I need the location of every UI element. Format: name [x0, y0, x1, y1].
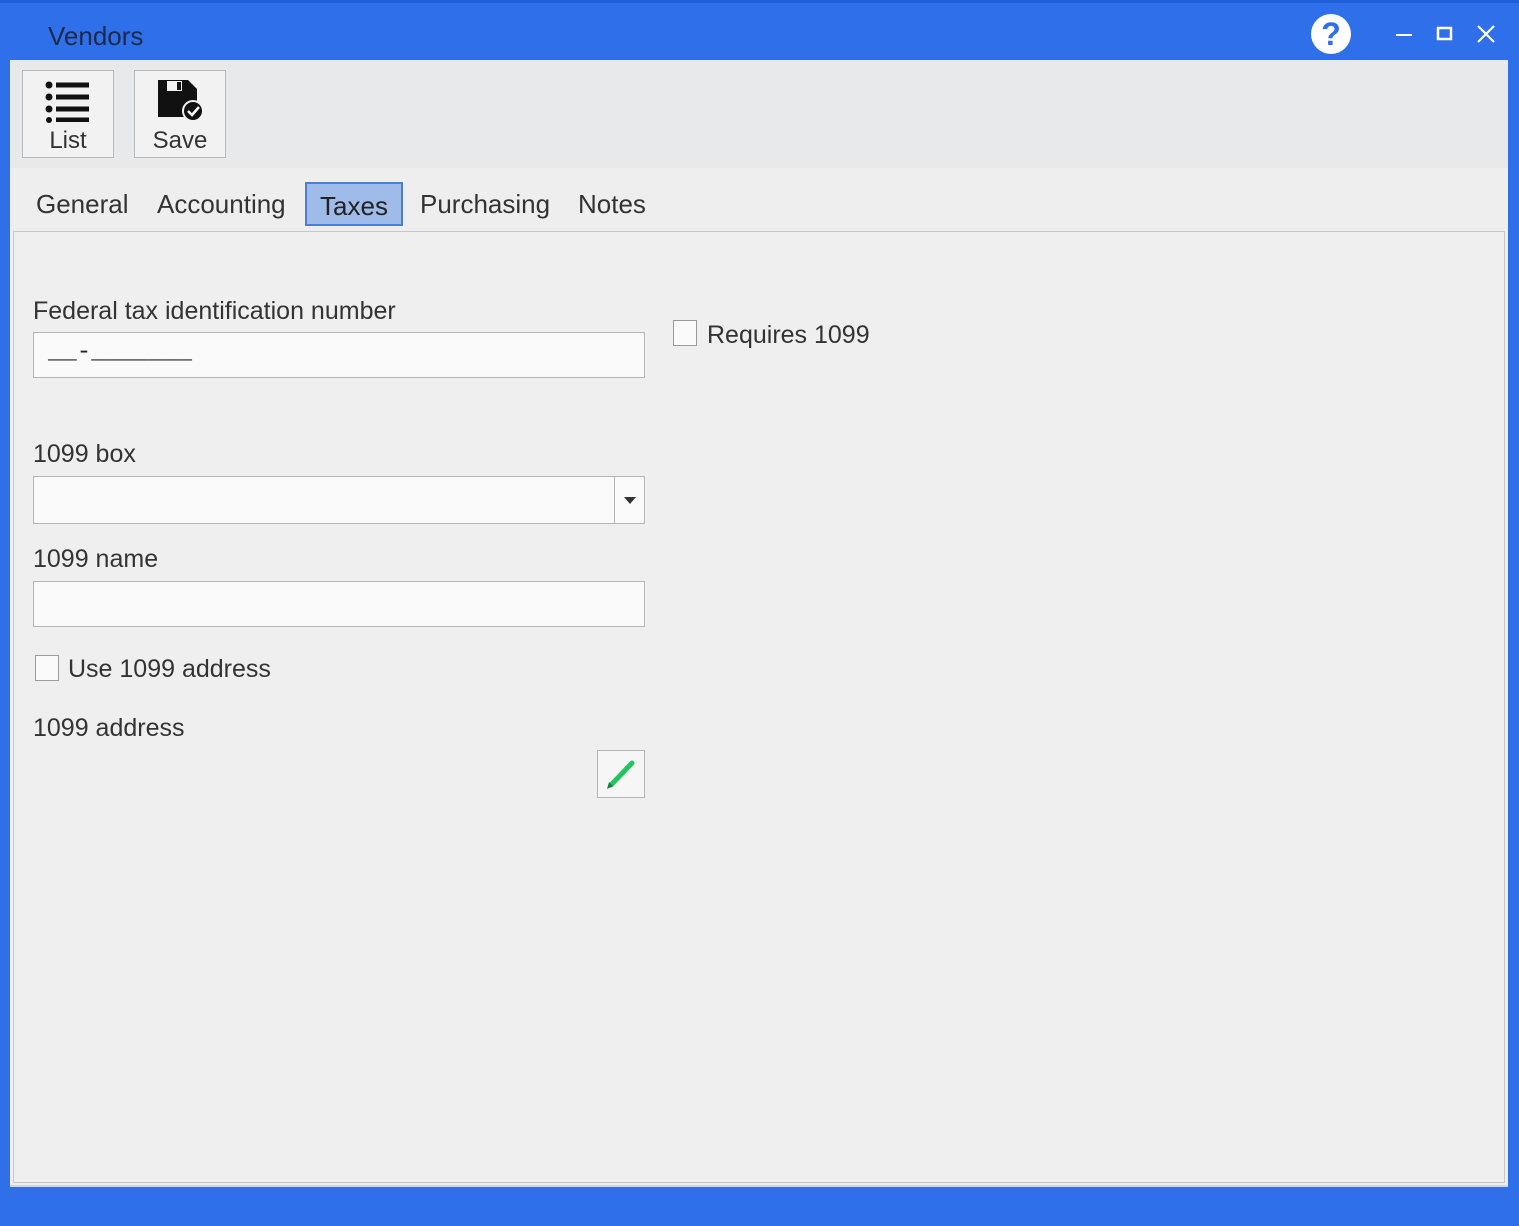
box-1099-label: 1099 box: [33, 440, 136, 468]
name-1099-input[interactable]: [33, 581, 645, 627]
status-bar: [10, 1185, 1508, 1219]
use-1099-address-checkbox[interactable]: [35, 655, 59, 681]
list-button[interactable]: List: [22, 70, 114, 158]
tab-taxes[interactable]: Taxes: [305, 182, 403, 226]
box-1099-select[interactable]: [33, 476, 645, 524]
close-icon[interactable]: [1471, 19, 1501, 49]
vendors-window: Vendors ? List Save General Accounting T…: [0, 0, 1519, 1226]
window-title: Vendors: [48, 21, 144, 51]
tax-id-label: Federal tax identification number: [33, 297, 396, 325]
chevron-down-icon[interactable]: [614, 477, 644, 523]
tax-id-input[interactable]: __-_______: [33, 332, 645, 378]
tax-id-value: __-_______: [48, 339, 193, 366]
use-1099-address-label: Use 1099 address: [68, 655, 271, 683]
client-area: List Save General Accounting Taxes Purch…: [10, 60, 1508, 1185]
help-button[interactable]: ?: [1311, 14, 1351, 54]
tab-accounting[interactable]: Accounting: [143, 182, 300, 226]
tab-strip: General Accounting Taxes Purchasing Note…: [10, 180, 1508, 230]
taxes-panel: Federal tax identification number __-___…: [13, 231, 1505, 1183]
requires-1099-label: Requires 1099: [707, 321, 870, 349]
list-icon: [45, 81, 89, 123]
title-bar[interactable]: Vendors ?: [0, 0, 1519, 60]
save-button-label: Save: [152, 127, 208, 154]
edit-address-button[interactable]: [597, 750, 645, 798]
maximize-icon[interactable]: [1430, 19, 1460, 49]
list-button-label: List: [49, 127, 87, 154]
requires-1099-checkbox[interactable]: [673, 320, 697, 346]
save-button[interactable]: Save: [134, 70, 226, 158]
tab-general[interactable]: General: [22, 182, 143, 226]
address-1099-label: 1099 address: [33, 714, 185, 742]
name-1099-label: 1099 name: [33, 545, 159, 573]
tab-notes[interactable]: Notes: [564, 182, 660, 226]
help-icon: ?: [1321, 16, 1341, 52]
pencil-icon: [607, 760, 635, 789]
tab-purchasing[interactable]: Purchasing: [406, 182, 564, 226]
minimize-icon[interactable]: [1390, 19, 1420, 49]
save-disk-icon: [158, 80, 204, 122]
toolbar: List Save: [10, 60, 1508, 168]
